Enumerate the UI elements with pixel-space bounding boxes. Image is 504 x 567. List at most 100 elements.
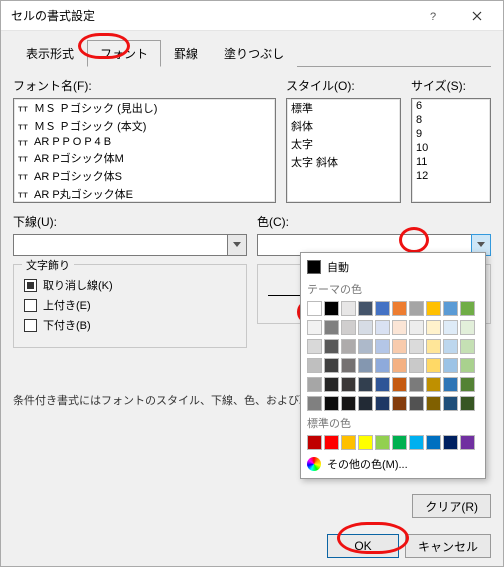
underline-combo[interactable] <box>13 234 247 256</box>
list-item[interactable]: 斜体 <box>287 117 400 135</box>
more-colors-item[interactable]: その他の色(M)... <box>305 452 481 474</box>
color-swatch[interactable] <box>307 435 322 450</box>
color-swatch[interactable] <box>409 301 424 316</box>
color-swatch[interactable] <box>443 377 458 392</box>
color-swatch[interactable] <box>341 435 356 450</box>
color-swatch[interactable] <box>375 435 390 450</box>
list-item[interactable]: 標準 <box>287 99 400 117</box>
color-swatch[interactable] <box>409 358 424 373</box>
color-swatch[interactable] <box>324 396 339 411</box>
style-list[interactable]: 標準斜体太字太字 斜体 <box>286 98 401 203</box>
color-swatch[interactable] <box>307 339 322 354</box>
color-swatch[interactable] <box>341 320 356 335</box>
help-button[interactable]: ? <box>411 2 455 30</box>
color-swatch[interactable] <box>392 377 407 392</box>
color-swatch[interactable] <box>324 377 339 392</box>
color-swatch[interactable] <box>426 301 441 316</box>
font-name-list[interactable]: TTＭＳ Ｐゴシック (見出し)TTＭＳ Ｐゴシック (本文)TTAR P P … <box>13 98 276 203</box>
color-swatch[interactable] <box>324 435 339 450</box>
tab-format[interactable]: 表示形式 <box>13 40 87 67</box>
color-swatch[interactable] <box>375 320 390 335</box>
color-swatch[interactable] <box>358 377 373 392</box>
color-swatch[interactable] <box>409 396 424 411</box>
clear-button[interactable]: クリア(R) <box>412 494 491 518</box>
color-swatch[interactable] <box>426 339 441 354</box>
color-swatch[interactable] <box>426 396 441 411</box>
color-swatch[interactable] <box>392 301 407 316</box>
color-swatch[interactable] <box>460 396 475 411</box>
list-item[interactable]: TTAR P P O P 4 B <box>14 135 275 149</box>
list-item[interactable]: 10 <box>412 141 490 155</box>
color-swatch[interactable] <box>324 358 339 373</box>
color-swatch[interactable] <box>324 320 339 335</box>
list-item[interactable]: 11 <box>412 155 490 169</box>
color-swatch[interactable] <box>426 358 441 373</box>
list-item[interactable]: TTAR Pゴシック体S <box>14 167 275 185</box>
color-swatch[interactable] <box>460 301 475 316</box>
color-swatch[interactable] <box>375 396 390 411</box>
list-item[interactable]: 6 <box>412 99 490 113</box>
color-swatch[interactable] <box>460 339 475 354</box>
color-swatch[interactable] <box>307 358 322 373</box>
color-swatch[interactable] <box>443 301 458 316</box>
cancel-button[interactable]: キャンセル <box>405 534 491 558</box>
color-swatch[interactable] <box>443 358 458 373</box>
list-item[interactable]: TTＭＳ Ｐゴシック (本文) <box>14 117 275 135</box>
color-swatch[interactable] <box>460 377 475 392</box>
color-swatch[interactable] <box>443 339 458 354</box>
ok-button[interactable]: OK <box>327 534 399 558</box>
color-swatch[interactable] <box>341 377 356 392</box>
color-swatch[interactable] <box>409 435 424 450</box>
color-swatch[interactable] <box>460 435 475 450</box>
color-swatch[interactable] <box>409 320 424 335</box>
color-swatch[interactable] <box>358 339 373 354</box>
superscript-checkbox[interactable]: 上付き(E) <box>24 297 236 313</box>
tab-border[interactable]: 罫線 <box>161 40 211 67</box>
color-auto-item[interactable]: 自動 <box>305 257 481 279</box>
underline-input[interactable] <box>13 234 227 256</box>
color-swatch[interactable] <box>358 435 373 450</box>
color-swatch[interactable] <box>307 396 322 411</box>
color-swatch[interactable] <box>324 339 339 354</box>
color-swatch[interactable] <box>358 320 373 335</box>
color-swatch[interactable] <box>392 320 407 335</box>
color-swatch[interactable] <box>443 396 458 411</box>
color-swatch[interactable] <box>409 377 424 392</box>
color-swatch[interactable] <box>375 377 390 392</box>
size-list[interactable]: 689101112 <box>411 98 491 203</box>
color-swatch[interactable] <box>307 301 322 316</box>
color-swatch[interactable] <box>392 339 407 354</box>
list-item[interactable]: 8 <box>412 113 490 127</box>
color-swatch[interactable] <box>307 377 322 392</box>
color-swatch[interactable] <box>375 301 390 316</box>
color-swatch[interactable] <box>324 301 339 316</box>
list-item[interactable]: TTAR Pゴシック体M <box>14 149 275 167</box>
color-swatch[interactable] <box>443 435 458 450</box>
underline-dropdown-icon[interactable] <box>227 234 247 256</box>
tab-font[interactable]: フォント <box>87 40 161 67</box>
color-swatch[interactable] <box>358 396 373 411</box>
color-swatch[interactable] <box>409 339 424 354</box>
list-item[interactable]: 太字 <box>287 135 400 153</box>
list-item[interactable]: 太字 斜体 <box>287 153 400 171</box>
color-swatch[interactable] <box>358 358 373 373</box>
color-swatch[interactable] <box>341 339 356 354</box>
color-swatch[interactable] <box>341 358 356 373</box>
color-swatch[interactable] <box>426 320 441 335</box>
color-swatch[interactable] <box>341 301 356 316</box>
color-swatch[interactable] <box>392 396 407 411</box>
list-item[interactable]: 12 <box>412 169 490 183</box>
tab-fill[interactable]: 塗りつぶし <box>211 40 297 67</box>
color-swatch[interactable] <box>341 396 356 411</box>
color-swatch[interactable] <box>358 301 373 316</box>
color-swatch[interactable] <box>392 358 407 373</box>
color-swatch[interactable] <box>375 339 390 354</box>
color-swatch[interactable] <box>426 435 441 450</box>
close-button[interactable] <box>455 2 499 30</box>
list-item[interactable]: TTＭＳ Ｐゴシック (見出し) <box>14 99 275 117</box>
list-item[interactable]: 9 <box>412 127 490 141</box>
color-swatch[interactable] <box>460 320 475 335</box>
subscript-checkbox[interactable]: 下付き(B) <box>24 317 236 333</box>
color-swatch[interactable] <box>307 320 322 335</box>
color-swatch[interactable] <box>443 320 458 335</box>
